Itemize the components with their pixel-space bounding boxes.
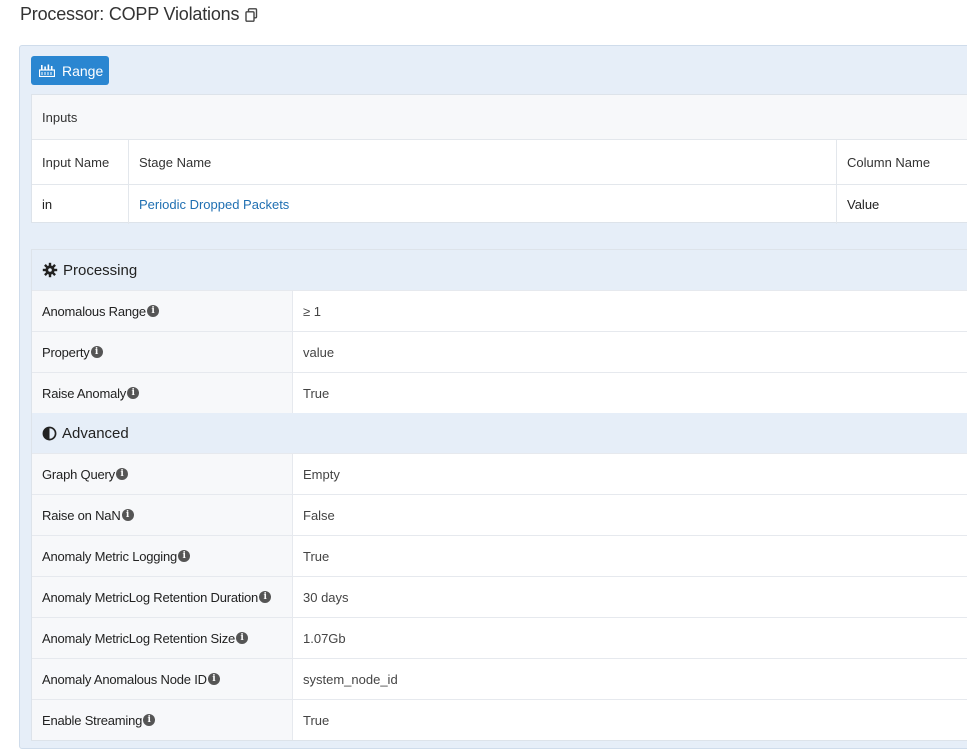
col-stage-name: Stage Name xyxy=(129,140,837,184)
info-icon[interactable]: i xyxy=(207,673,220,685)
gear-icon xyxy=(42,262,58,278)
advanced-section-header: Advanced xyxy=(32,413,967,453)
range-button[interactable]: Range xyxy=(31,56,109,85)
property-row: Anomaly Anomalous Node ID i system_node_i… xyxy=(32,658,967,699)
property-value: False xyxy=(303,507,335,523)
property-row: Anomalous Range i ≥ 1 xyxy=(32,290,967,331)
property-key: Anomaly Metric Logging xyxy=(42,548,178,564)
info-icon[interactable]: i xyxy=(178,550,191,562)
property-key: Raise Anomaly xyxy=(42,385,127,401)
info-icon[interactable]: i xyxy=(115,468,128,480)
inputs-title: Inputs xyxy=(32,95,967,140)
info-icon[interactable]: i xyxy=(146,305,159,317)
table-row: in Periodic Dropped Packets Value xyxy=(32,185,967,224)
info-icon[interactable]: i xyxy=(90,346,103,358)
stage-name-link[interactable]: Periodic Dropped Packets xyxy=(139,197,289,212)
input-name-cell: in xyxy=(32,185,129,224)
info-icon[interactable]: i xyxy=(121,509,134,521)
property-value: 30 days xyxy=(303,589,349,605)
property-value: True xyxy=(303,385,330,401)
copy-icon[interactable] xyxy=(245,8,258,22)
property-value: ≥ 1 xyxy=(303,303,321,319)
property-key: Anomaly MetricLog Retention Duration xyxy=(42,589,259,605)
info-icon[interactable]: i xyxy=(259,591,272,603)
property-value: system_node_id xyxy=(303,671,398,687)
property-row: Raise on NaN i False xyxy=(32,494,967,535)
property-row: Anomaly MetricLog Retention Size i 1.07Gb xyxy=(32,617,967,658)
processor-panel: Range Inputs Input Name Stage Name Colum… xyxy=(19,45,967,749)
range-button-label: Range xyxy=(62,62,104,79)
property-row: Graph Query i Empty xyxy=(32,453,967,494)
page-title: Processor: COPP Violations xyxy=(20,3,240,24)
property-row: Raise Anomaly i True xyxy=(32,372,967,413)
info-icon[interactable]: i xyxy=(127,387,140,399)
info-icon[interactable]: i xyxy=(236,632,249,644)
property-key: Property xyxy=(42,344,90,360)
property-value: 1.07Gb xyxy=(303,630,346,646)
range-icon xyxy=(39,64,55,77)
property-key: Anomalous Range xyxy=(42,303,146,319)
property-row: Enable Streaming i True xyxy=(32,699,967,740)
inputs-header-row: Input Name Stage Name Column Name xyxy=(32,140,967,185)
processing-title: Processing xyxy=(63,261,138,279)
properties-table: Processing Anomalous Range i ≥ 1 Property… xyxy=(31,249,967,741)
property-value: True xyxy=(303,712,330,728)
property-key: Graph Query xyxy=(42,466,115,482)
col-input-name: Input Name xyxy=(32,140,129,184)
column-name-cell: Value xyxy=(847,197,880,212)
property-key: Anomaly MetricLog Retention Size xyxy=(42,630,236,646)
inputs-table: Inputs Input Name Stage Name Column Name… xyxy=(31,94,967,224)
property-value: True xyxy=(303,548,330,564)
property-value: Empty xyxy=(303,466,340,482)
half-circle-icon xyxy=(42,426,57,440)
page-header: Processor: COPP Violations xyxy=(20,2,258,26)
property-key: Enable Streaming xyxy=(42,712,143,728)
property-row: Property i value xyxy=(32,331,967,372)
property-value: value xyxy=(303,344,335,360)
property-row: Anomaly MetricLog Retention Duration i 30… xyxy=(32,576,967,617)
advanced-title: Advanced xyxy=(62,424,129,442)
processing-section-header: Processing xyxy=(32,250,967,290)
property-key: Anomaly Anomalous Node ID xyxy=(42,671,207,687)
info-icon[interactable]: i xyxy=(143,714,156,726)
property-row: Anomaly Metric Logging i True xyxy=(32,535,967,576)
property-key: Raise on NaN xyxy=(42,507,121,523)
col-column-name: Column Name xyxy=(847,154,931,170)
